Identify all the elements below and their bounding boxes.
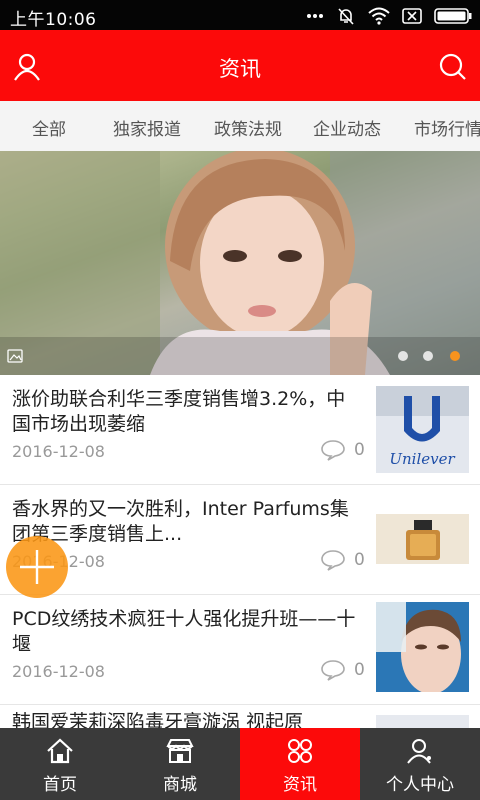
news-thumbnail: [376, 715, 469, 728]
banner-dot-3-active[interactable]: [450, 351, 460, 361]
thumbnail-logo-text: Unilever: [389, 450, 455, 468]
banner-dot-1[interactable]: [398, 351, 408, 361]
news-date: 2016-12-08: [12, 662, 105, 681]
nav-label: 个人中心: [386, 775, 454, 795]
news-date: 2016-12-08: [12, 442, 105, 461]
battery-icon: [434, 8, 472, 24]
tab-corporate[interactable]: 企业动态: [313, 115, 381, 140]
page-title: 资讯: [219, 57, 261, 81]
add-button[interactable]: [6, 536, 68, 598]
tab-exclusive[interactable]: 独家报道: [113, 115, 181, 140]
mute-bell-icon: [338, 8, 354, 25]
app-header: 资讯: [0, 30, 480, 101]
home-icon: [47, 738, 73, 764]
bottom-nav: 首页 商城 资讯 个人中心: [0, 728, 480, 800]
wifi-icon: [368, 7, 390, 25]
banner-carousel[interactable]: [0, 151, 480, 375]
banner-indicator-bar: [0, 337, 480, 375]
nav-profile[interactable]: 个人中心: [360, 728, 480, 800]
comment-icon: [321, 660, 345, 681]
search-icon[interactable]: [438, 52, 468, 82]
banner-dot-2[interactable]: [423, 351, 433, 361]
news-thumbnail: [376, 602, 469, 692]
category-tabs: 全部 独家报道 政策法规 企业动态 市场行情: [0, 101, 480, 151]
no-sim-icon: [402, 8, 422, 24]
news-item[interactable]: 韩国爱茉莉深陷毒牙膏漩涡 视起原: [0, 705, 480, 728]
news-item[interactable]: 香水界的又一次胜利，Inter Parfums集团第三季度销售上... 2016…: [0, 485, 480, 594]
news-title: PCD纹绣技术疯狂十人强化提升班——十堰: [12, 608, 356, 655]
comment-count: 0: [320, 439, 365, 461]
news-icon: [288, 739, 312, 763]
news-item[interactable]: 涨价助联合利华三季度销售增3.2%，中国市场出现萎缩 2016-12-08 0 …: [0, 375, 480, 484]
status-bar: 上午10:06: [0, 0, 480, 30]
news-thumbnail: Unilever: [376, 386, 469, 473]
plus-icon: [20, 550, 54, 584]
nav-news[interactable]: 资讯: [240, 728, 360, 800]
more-dots-icon: [307, 14, 323, 18]
nav-label: 商城: [163, 775, 197, 795]
status-icons: [306, 6, 472, 26]
nav-label: 资讯: [283, 775, 317, 795]
image-icon: [7, 349, 23, 363]
comment-icon: [321, 550, 345, 571]
news-title: 韩国爱茉莉深陷毒牙膏漩涡 视起原: [12, 711, 304, 728]
nav-store[interactable]: 商城: [120, 728, 240, 800]
store-icon: [166, 739, 194, 763]
news-thumbnail: [376, 514, 469, 564]
news-title: 涨价助联合利华三季度销售增3.2%，中国市场出现萎缩: [12, 388, 346, 435]
nav-home[interactable]: 首页: [0, 728, 120, 800]
comment-count: 0: [320, 549, 365, 571]
comment-count: 0: [320, 659, 365, 681]
news-item[interactable]: PCD纹绣技术疯狂十人强化提升班——十堰 2016-12-08 0: [0, 595, 480, 704]
nav-label: 首页: [43, 775, 77, 795]
tab-market[interactable]: 市场行情: [414, 115, 480, 140]
comment-icon: [321, 440, 345, 461]
status-time: 上午10:06: [10, 10, 97, 30]
tab-policy[interactable]: 政策法规: [214, 115, 282, 140]
profile-icon: [407, 739, 431, 764]
tab-all[interactable]: 全部: [32, 115, 66, 140]
